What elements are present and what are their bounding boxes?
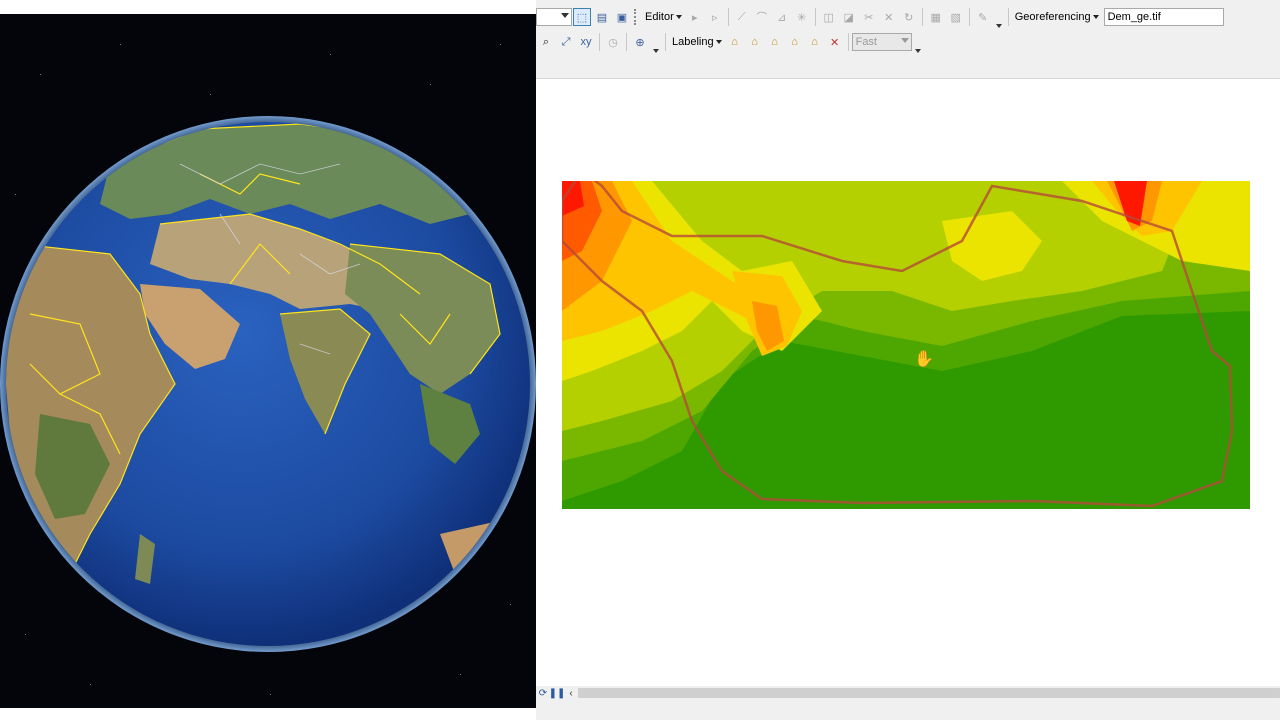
toolbar-overflow-icon[interactable] [914,40,922,54]
map-view[interactable]: ✋ [536,79,1280,686]
horizontal-scrollbar[interactable] [578,688,1280,698]
time-slider-icon[interactable]: ◷ [604,33,622,51]
sketch-properties-icon[interactable]: ▧ [947,8,965,26]
separator [665,33,666,51]
table-icon[interactable]: ▤ [593,8,611,26]
find-icon[interactable]: ⌕ [537,33,555,51]
arcmap-window: ⬚ ▤ ▣ Editor ▸ ▹ ⟋ ⌒ ⊿ ✳ ◫ ◪ ✂ ✕ ↻ ▦ ▧ ✎… [536,0,1280,720]
split-icon[interactable]: ✕ [880,8,898,26]
catalog-icon[interactable]: ▣ [613,8,631,26]
endpoint-arc-icon[interactable]: ⌒ [753,8,771,26]
create-viewer-icon[interactable]: ⊕ [631,33,649,51]
label-manager-icon[interactable]: ⌂ [726,33,744,51]
separator [599,33,600,51]
straight-segment-icon[interactable]: ⟋ [733,8,751,26]
chevron-down-icon [900,38,909,43]
separator [1007,8,1009,26]
georeferencing-label: Georeferencing [1014,11,1091,23]
earth-globe[interactable] [0,14,536,708]
separator [814,8,816,26]
scroll-left-icon[interactable]: ‹ [564,686,578,700]
select-features-icon[interactable]: ⬚ [573,8,591,26]
lock-labels-icon[interactable]: ⌂ [746,33,764,51]
space-background [0,14,536,708]
caret-down-icon [1092,15,1099,19]
trace-icon[interactable]: ⊿ [773,8,791,26]
bottom-strip [536,700,1280,720]
label-weights-icon[interactable]: ⌂ [766,33,784,51]
caret-down-icon [675,15,682,19]
map-status-bar: ⟳ ❚❚ ‹ [536,686,1280,700]
reshape-icon[interactable]: ◪ [840,8,858,26]
toolbar-overflow-icon[interactable] [995,15,1003,29]
caret-down-icon [715,40,722,44]
editor-menu[interactable]: Editor [642,8,685,26]
toolbar-grip[interactable] [634,9,640,25]
labeling-label: Labeling [672,36,714,48]
chevron-down-icon[interactable] [561,13,569,18]
separator [727,8,729,26]
georeferencing-menu[interactable]: Georeferencing [1012,8,1102,26]
attributes-icon[interactable]: ▦ [927,8,945,26]
find-route-icon[interactable]: ⤢ [557,33,575,51]
label-quality-combo[interactable]: Fast [851,33,912,51]
editor-label: Editor [645,11,674,23]
label-quality-value: Fast [855,36,877,48]
georef-layer-combo[interactable]: Dem_ge.tif [1103,8,1224,26]
pause-labeling-icon[interactable]: ✕ [826,33,844,51]
rotate-icon[interactable]: ↻ [900,8,918,26]
toolbar-overflow-icon[interactable] [652,40,660,54]
georef-layer-value: Dem_ge.tif [1107,11,1161,23]
toolbar-row-1: ⬚ ▤ ▣ Editor ▸ ▹ ⟋ ⌒ ⊿ ✳ ◫ ◪ ✂ ✕ ↻ ▦ ▧ ✎… [536,5,1224,29]
cut-polygons-icon[interactable]: ✂ [860,8,878,26]
label-priority-icon[interactable]: ⌂ [786,33,804,51]
toolbar-row-2: ⌕ ⤢ xy ◷ ⊕ Labeling ⌂ ⌂ ⌂ ⌂ ⌂ ✕ Fast [536,30,924,54]
layer-combo[interactable] [536,8,572,26]
pan-hand-icon: ✋ [914,351,934,368]
view-unplaced-labels-icon[interactable]: ⌂ [806,33,824,51]
separator [626,33,627,51]
separator [968,8,970,26]
separator [921,8,923,26]
create-features-icon[interactable]: ✎ [974,8,992,26]
globe-panel [0,0,536,720]
point-icon[interactable]: ✳ [793,8,811,26]
pause-drawing-icon[interactable]: ❚❚ [549,686,566,700]
edit-vertices-icon[interactable]: ◫ [820,8,838,26]
separator [847,33,849,51]
edit-annotation-icon[interactable]: ▹ [706,8,724,26]
edit-tool-icon[interactable]: ▸ [686,8,704,26]
dem-raster [562,181,1250,509]
go-to-xy-icon[interactable]: xy [577,33,595,51]
toolbar-area: ⬚ ▤ ▣ Editor ▸ ▹ ⟋ ⌒ ⊿ ✳ ◫ ◪ ✂ ✕ ↻ ▦ ▧ ✎… [536,0,1280,79]
labeling-menu[interactable]: Labeling [669,33,725,51]
